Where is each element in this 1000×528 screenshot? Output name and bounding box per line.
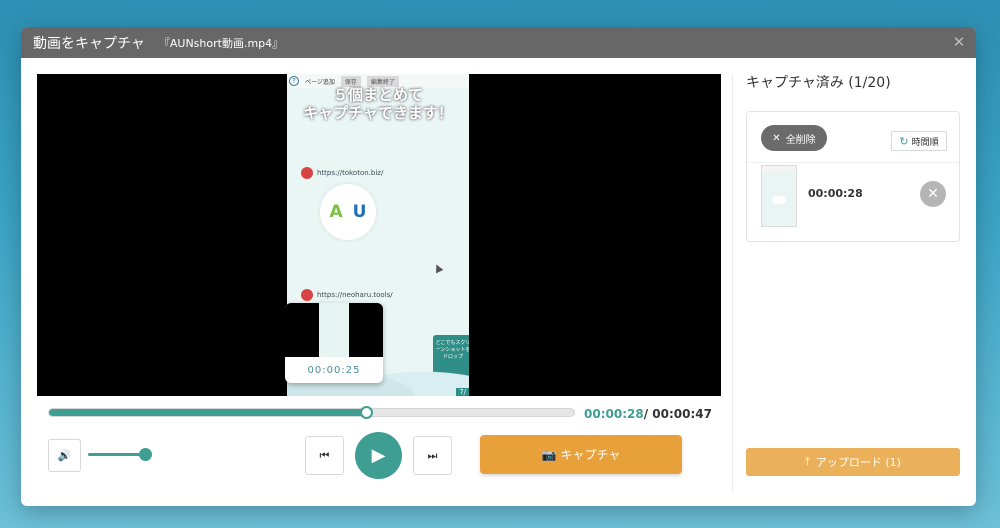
upload-label: アップロード (1) <box>815 456 901 469</box>
camera-icon: 📷 <box>541 447 557 462</box>
clear-all-label: 全削除 <box>785 134 816 146</box>
delete-capture-button[interactable]: ✕ <box>920 181 946 207</box>
pointer-icon <box>432 262 444 274</box>
capture-thumbnail[interactable] <box>761 165 797 227</box>
save-chip: 保存 <box>340 75 361 87</box>
url-text-1: https://tokoton.biz/ <box>317 169 384 177</box>
seek-preview: 00:00:25 <box>285 303 383 383</box>
url-row-1: https://tokoton.biz/ <box>301 167 383 179</box>
clear-all-button[interactable]: ✕ 全削除 <box>761 125 827 151</box>
skip-forward-icon: ⏭ <box>427 448 438 462</box>
volume-icon: 🔊 <box>57 449 72 462</box>
close-icon[interactable]: ✕ <box>952 35 966 50</box>
capture-item: 00:00:28 ✕ <box>747 162 959 230</box>
total-time: 00:00:47 <box>652 407 712 421</box>
lock-icon <box>301 289 313 301</box>
add-page-label: ページ追加 <box>305 78 335 86</box>
video-filename: 『AUNshort動画.mp4』 <box>158 36 284 50</box>
video-headline: ５個まとめて キャプチャできます！ <box>287 86 469 122</box>
current-time: 00:00:28 <box>584 407 644 421</box>
logo-letter-u: U <box>352 202 367 222</box>
headline-line-2: キャプチャできます！ <box>303 104 453 122</box>
time-separator: / <box>643 407 653 421</box>
aun-logo: A U <box>320 184 376 240</box>
play-button[interactable]: ▶ <box>355 432 402 479</box>
panel-divider <box>732 74 733 492</box>
captures-title: キャプチャ済み (1/20) <box>746 75 891 91</box>
time-display: 00:00:28/ 00:00:47 <box>584 407 712 421</box>
refresh-icon: ↻ <box>899 134 909 148</box>
sort-label: 時間順 <box>911 137 939 148</box>
volume-handle[interactable] <box>139 448 152 461</box>
seek-preview-frame <box>285 303 383 357</box>
page-number: 7/ <box>456 388 469 396</box>
volume-button[interactable]: 🔊 <box>48 439 81 472</box>
capture-button-label: キャプチャ <box>560 448 621 462</box>
headline-line-1: ５個まとめて <box>332 86 423 104</box>
dialog-titlebar: 動画をキャプチャ 『AUNshort動画.mp4』 ✕ <box>21 27 976 58</box>
previous-button[interactable]: ⏮ <box>305 436 344 475</box>
seek-bar-fill <box>49 409 366 416</box>
skip-back-icon: ⏮ <box>319 448 330 462</box>
capture-dialog: 動画をキャプチャ 『AUNshort動画.mp4』 ✕ ? ページ追加 保存 編… <box>21 27 976 506</box>
finish-edit-chip: 編集終了 <box>366 75 399 87</box>
capture-time: 00:00:28 <box>808 187 863 200</box>
captures-panel: ✕ 全削除 ↻ 時間順 00:00:28 ✕ <box>746 111 960 242</box>
close-icon: ✕ <box>927 186 939 202</box>
sort-by-time-button[interactable]: ↻ 時間順 <box>891 131 947 151</box>
url-row-2: https://neoharu.tools/ <box>301 289 393 301</box>
upload-button[interactable]: ⤒ アップロード (1) <box>746 448 960 476</box>
upload-icon: ⤒ <box>805 455 810 468</box>
seek-handle[interactable] <box>359 406 373 419</box>
next-button[interactable]: ⏭ <box>413 436 452 475</box>
clear-icon: ✕ <box>772 132 781 144</box>
volume-slider[interactable] <box>88 453 143 456</box>
dialog-title: 動画をキャプチャ <box>33 35 145 52</box>
seek-preview-time: 00:00:25 <box>307 365 361 376</box>
video-player[interactable]: ? ページ追加 保存 編集終了 ５個まとめて キャプチャできます！ https:… <box>37 74 721 396</box>
logo-letter-a: A <box>329 202 343 222</box>
capture-button[interactable]: 📷 キャプチャ <box>480 435 682 474</box>
url-text-2: https://neoharu.tools/ <box>317 291 393 299</box>
seek-bar[interactable] <box>48 406 575 419</box>
lock-icon <box>301 167 313 179</box>
play-icon: ▶ <box>371 445 386 466</box>
help-icon: ? <box>289 76 299 86</box>
